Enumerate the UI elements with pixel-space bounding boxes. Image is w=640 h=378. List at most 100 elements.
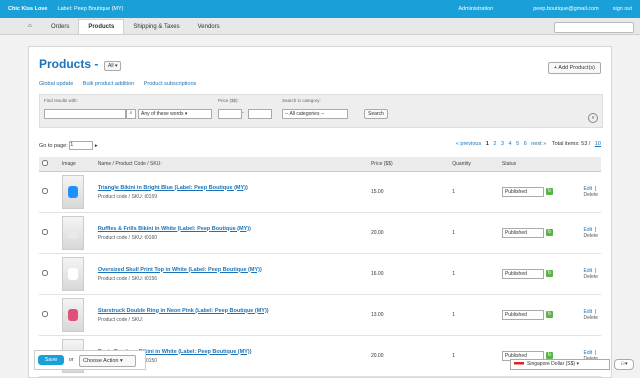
product-quantity: 1 [452, 189, 455, 195]
col-quantity[interactable]: Quantity [449, 157, 499, 172]
find-label: Find results with: [44, 98, 78, 103]
row-checkbox[interactable] [42, 229, 48, 235]
search-filter: Find results with: ⌕ Any of these words … [39, 94, 603, 128]
subscriptions-link[interactable]: Product subscriptions [144, 81, 197, 87]
status-select[interactable]: Published [501, 269, 544, 279]
product-price: 20.00 [370, 230, 384, 236]
product-code: Product code / SKU: t0160 [97, 234, 158, 241]
table-row: Triangle Bikini in Bright Blue (Label: P… [39, 171, 601, 213]
product-thumbnail[interactable] [61, 257, 84, 291]
status-select[interactable]: Published [501, 187, 544, 197]
delete-link[interactable]: Delete [584, 233, 598, 239]
tab-orders[interactable]: Orders [42, 20, 78, 34]
page-1: 1 [485, 141, 489, 147]
find-input[interactable] [44, 109, 126, 119]
choose-action-select[interactable]: Choose Action ▾ [79, 355, 136, 367]
product-thumbnail[interactable] [61, 298, 84, 332]
global-update-link[interactable]: Global update [39, 81, 73, 87]
category-label: Search in category: [282, 98, 321, 103]
add-products-button[interactable]: + Add Product(s) [547, 62, 601, 74]
status-select[interactable]: Published [501, 310, 544, 320]
product-quantity: 1 [452, 312, 455, 318]
main-nav: ⌂ Orders Products Shipping & Taxes Vendo… [0, 18, 640, 35]
product-price: 13.00 [370, 312, 384, 318]
page-5[interactable]: 5 [516, 141, 519, 147]
status-select[interactable]: Published [501, 228, 544, 238]
refresh-icon[interactable]: ↻ [545, 311, 553, 319]
flag-icon [514, 362, 524, 367]
products-table: Image Name / Product Code / SKU: Price (… [39, 157, 601, 377]
row-checkbox[interactable] [42, 270, 48, 276]
product-code: Product code / SKU: t0159 [97, 193, 158, 200]
currency-select[interactable]: Singapore Dollar (S$) ▾ [510, 359, 610, 370]
prev-link[interactable]: « previous [456, 141, 481, 147]
match-mode-select[interactable]: Any of these words ▾ [138, 109, 212, 119]
col-image: Image [58, 157, 95, 172]
col-price[interactable]: Price ($$) [367, 157, 450, 172]
refresh-icon[interactable]: ↻ [545, 270, 553, 278]
product-price: 20.00 [370, 353, 384, 359]
bulk-add-link[interactable]: Bulk product addition [83, 81, 134, 87]
row-checkbox[interactable] [42, 188, 48, 194]
admin-link[interactable]: Administration [458, 6, 493, 12]
product-price: 15.00 [370, 189, 384, 195]
magnifier-icon[interactable]: ⌕ [126, 109, 136, 119]
home-icon[interactable]: ⌂ [28, 23, 36, 31]
refresh-icon[interactable]: ↻ [545, 188, 553, 196]
page-2[interactable]: 2 [493, 141, 496, 147]
page-4[interactable]: 4 [509, 141, 512, 147]
top-bar: Chic Kiss Love Label: Peep Boutique (MY)… [0, 0, 640, 18]
per-page-link[interactable]: 10 [595, 141, 601, 147]
next-link[interactable]: next » [531, 141, 546, 147]
product-quantity: 1 [452, 271, 455, 277]
store-name[interactable]: Chic Kiss Love [8, 6, 47, 12]
page-3[interactable]: 3 [501, 141, 504, 147]
refresh-icon[interactable]: ↻ [545, 229, 553, 237]
search-button[interactable]: Search [364, 109, 388, 119]
products-panel: Products - All ▾ + Add Product(s) Global… [28, 46, 612, 378]
page-6[interactable]: 6 [524, 141, 527, 147]
product-thumbnail[interactable] [61, 175, 84, 209]
user-email[interactable]: peep.boutique@gmail.com [533, 6, 599, 12]
save-button[interactable]: Save [38, 355, 64, 365]
goto-label: Go to page: [39, 142, 68, 149]
col-status[interactable]: Status [498, 157, 581, 172]
product-code: Product code / SKU: [97, 316, 144, 323]
delete-link[interactable]: Delete [584, 274, 598, 280]
select-all-checkbox[interactable] [42, 160, 48, 166]
tab-products[interactable]: Products [78, 19, 125, 34]
product-thumbnail[interactable] [61, 216, 84, 250]
product-price: 16.00 [370, 271, 384, 277]
product-quantity: 1 [452, 230, 455, 236]
table-header: Image Name / Product Code / SKU: Price (… [39, 157, 601, 172]
price-label: Price ($$): [218, 98, 239, 103]
product-quantity: 1 [452, 353, 455, 359]
expand-icon[interactable]: » [588, 113, 598, 123]
sub-links: Global update Bulk product addition Prod… [39, 81, 204, 87]
or-label: or [69, 357, 74, 363]
product-name-link[interactable]: Triangle Bikini in Bright Blue (Label: P… [98, 185, 365, 191]
delete-link[interactable]: Delete [584, 192, 598, 198]
table-row: Starstruck Double Ring in Neon Pink (Lab… [39, 294, 601, 336]
filter-all-select[interactable]: All ▾ [104, 61, 122, 71]
page-title: Products - [39, 57, 99, 71]
tab-shipping[interactable]: Shipping & Taxes [124, 20, 188, 34]
help-icon[interactable]: ⚇▾ [614, 359, 634, 370]
tab-vendors[interactable]: Vendors [189, 20, 229, 34]
row-checkbox[interactable] [42, 311, 48, 317]
price-min-input[interactable] [218, 109, 242, 119]
product-name-link[interactable]: Oversized Skull Print Top in White (Labe… [98, 267, 365, 273]
total-items: Total items: 53 / [551, 141, 591, 147]
delete-link[interactable]: Delete [584, 315, 598, 321]
signout-link[interactable]: sign out [613, 6, 632, 12]
product-name-link[interactable]: Ruffles & Frills Bikini in White (Label:… [98, 226, 365, 232]
search-input[interactable] [554, 22, 634, 33]
col-name[interactable]: Name / Product Code / SKU: [94, 157, 368, 172]
category-select[interactable]: -- All categories -- [282, 109, 348, 119]
goto-page-input[interactable]: 1 [69, 141, 94, 150]
price-max-input[interactable] [248, 109, 272, 119]
go-arrow-icon[interactable]: ▸ [95, 143, 98, 149]
label-title: Label: Peep Boutique (MY) [57, 6, 124, 12]
product-name-link[interactable]: Starstruck Double Ring in Neon Pink (Lab… [98, 308, 365, 314]
table-row: Ruffles & Frills Bikini in White (Label:… [39, 212, 601, 254]
